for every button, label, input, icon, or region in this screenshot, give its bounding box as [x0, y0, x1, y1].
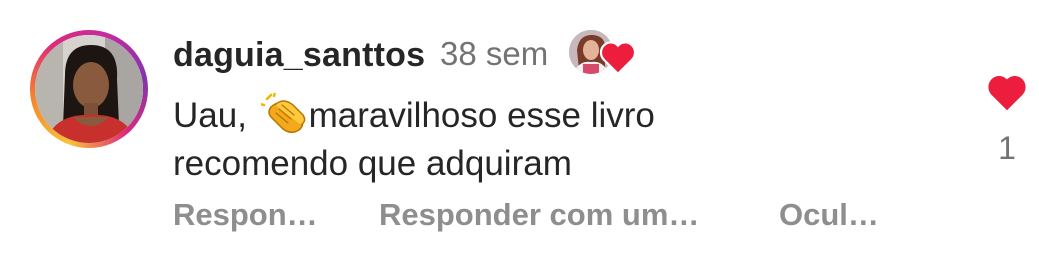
- heart-icon: [599, 41, 637, 76]
- comment-text-line2: recomendo que adquiram: [173, 144, 572, 183]
- comment-text-start: Uau,: [173, 96, 257, 135]
- comment-text-rest: maravilhoso esse livro: [308, 96, 655, 135]
- avatar-story-ring[interactable]: [30, 30, 148, 148]
- avatar[interactable]: [35, 35, 143, 143]
- creator-liked-badge: [569, 30, 639, 78]
- heart-icon[interactable]: [986, 74, 1028, 112]
- comment-row: daguia_santtos 38 sem Uau, maravilhoso e…: [0, 0, 1039, 271]
- like-count: 1: [998, 130, 1016, 166]
- reply-with-button[interactable]: Responder com um…: [379, 197, 699, 233]
- username[interactable]: daguia_santtos: [173, 36, 425, 75]
- hide-button[interactable]: Ocul…: [779, 197, 879, 233]
- clapping-hands-icon: [260, 93, 305, 133]
- reply-button[interactable]: Respon…: [173, 197, 318, 233]
- comment-text: Uau, maravilhoso esse livro recomendo qu…: [173, 92, 933, 188]
- avatar-photo-illustration: [35, 35, 143, 143]
- like-column: 1: [980, 70, 1039, 170]
- timestamp: 38 sem: [440, 35, 549, 72]
